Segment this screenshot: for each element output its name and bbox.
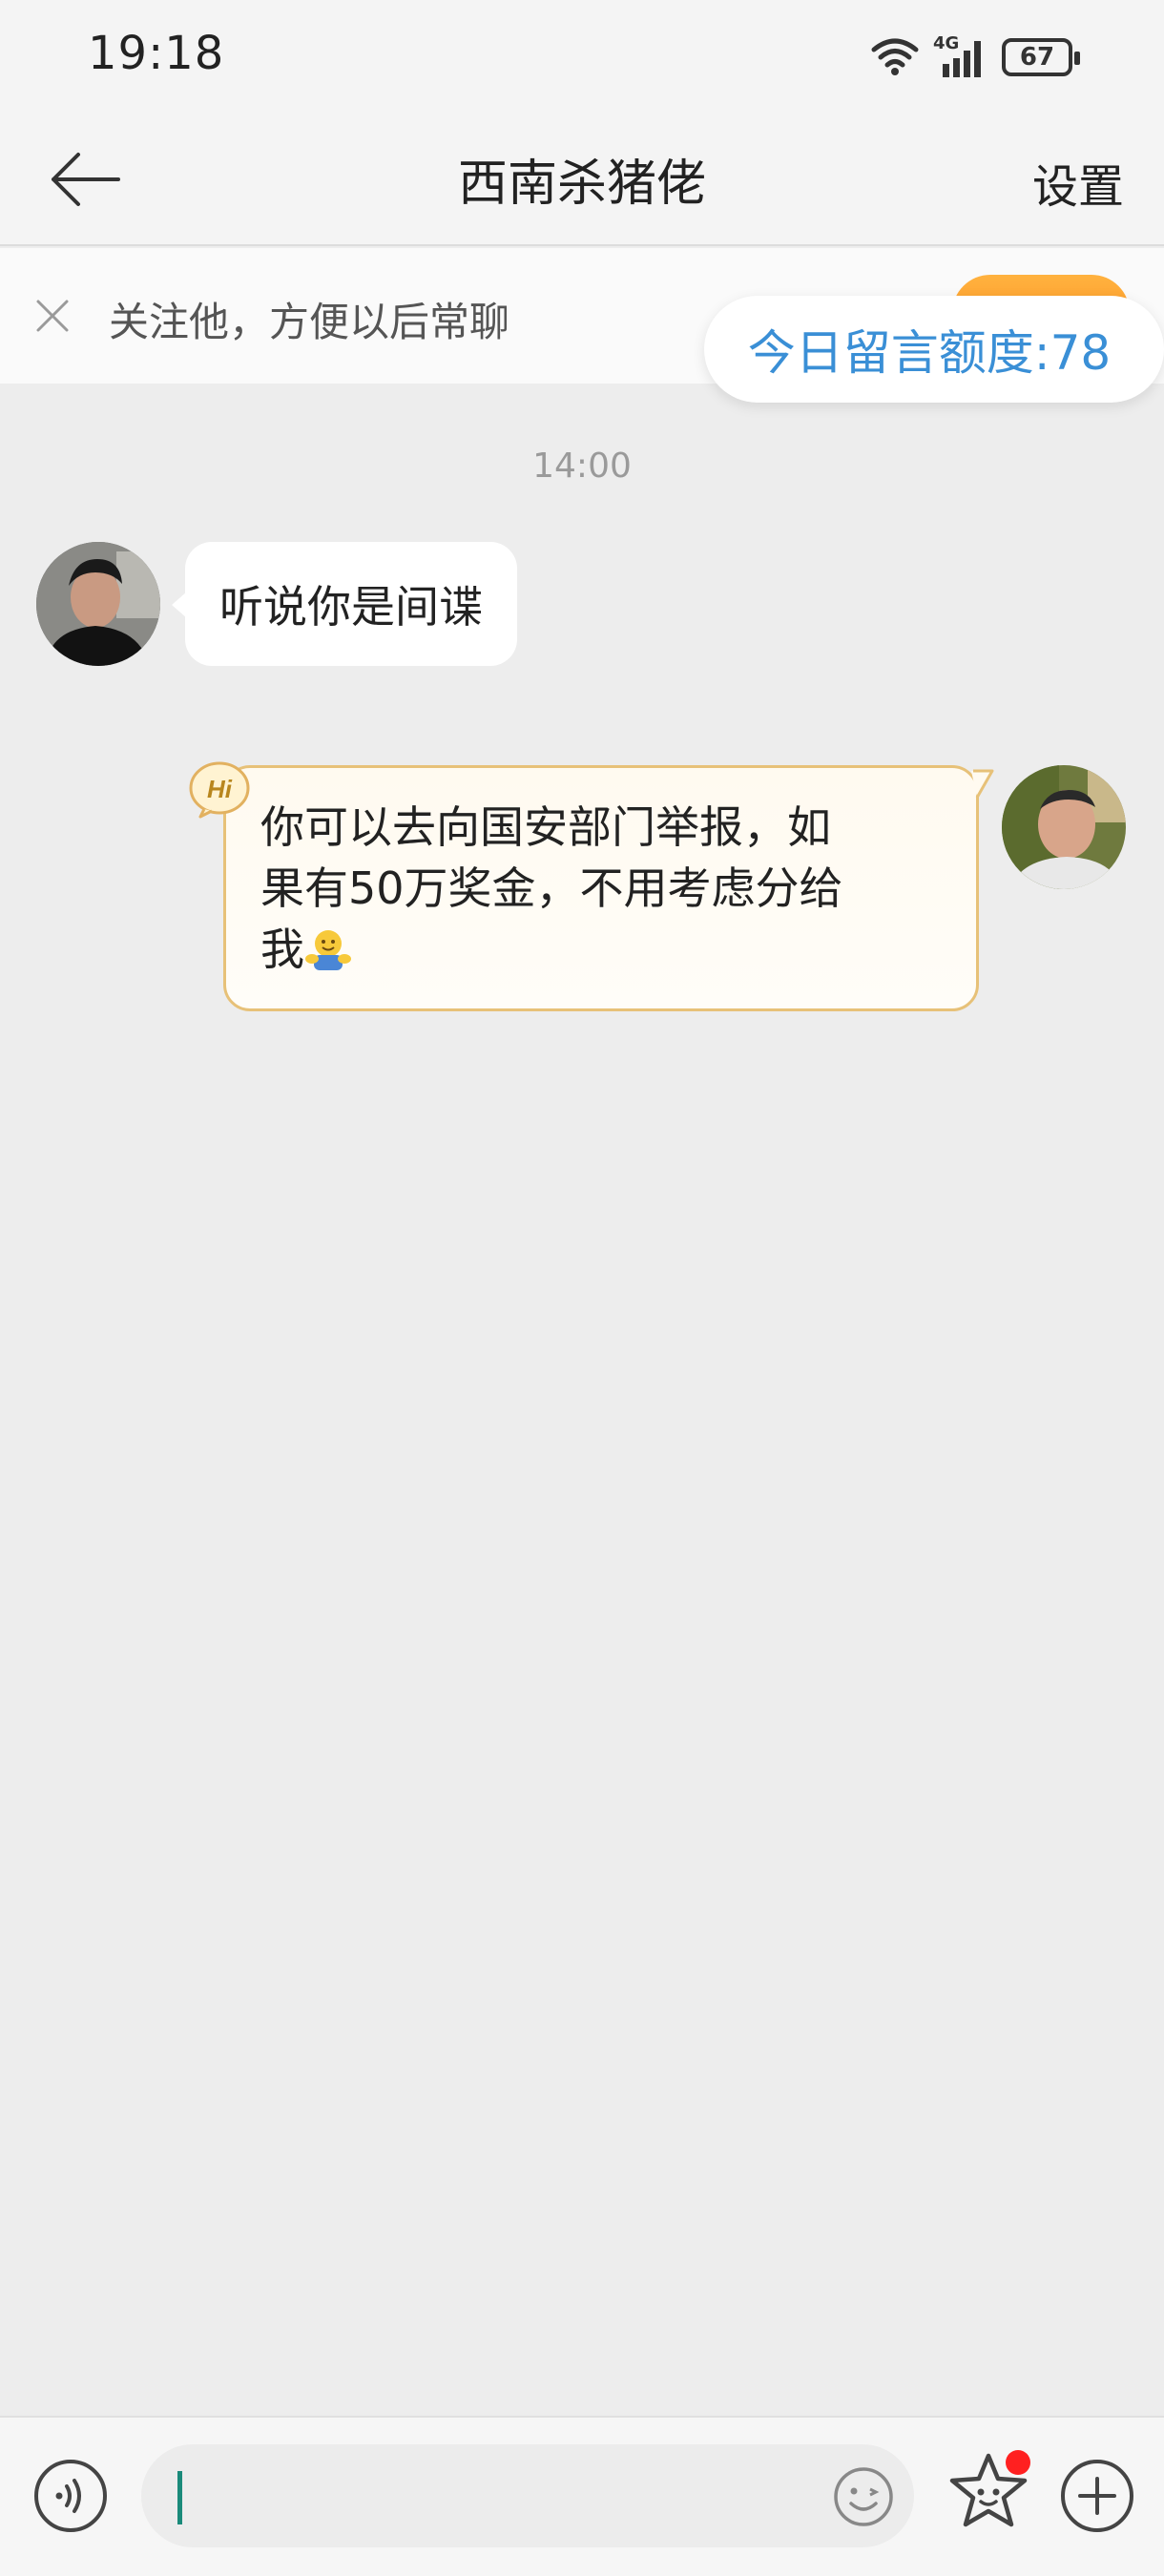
settings-button[interactable]: 设置: [1032, 149, 1124, 216]
arrow-left-icon: [52, 153, 120, 206]
voice-icon: [34, 2460, 107, 2532]
input-bar: [0, 2416, 1164, 2576]
plus-icon: [1061, 2460, 1133, 2532]
message-input[interactable]: [141, 2444, 914, 2547]
battery-indicator: 67: [1002, 38, 1080, 76]
outgoing-message-line: 果有50万奖金，不用考虑分给: [260, 862, 843, 914]
hi-badge: Hi: [187, 759, 252, 819]
status-time: 19:18: [88, 27, 225, 80]
notification-dot: [1006, 2450, 1030, 2475]
outgoing-message-bubble[interactable]: 你可以去向国安部门举报，如 果有50万奖金，不用考虑分给 我: [223, 765, 979, 1011]
back-button[interactable]: [44, 141, 124, 218]
close-icon: [36, 300, 69, 332]
hi-badge-text: Hi: [207, 775, 233, 803]
contact-avatar[interactable]: [36, 542, 160, 666]
emoji-icon: [834, 2467, 893, 2526]
top-bar: 19:18 4G 67 西南杀猪佬 设置: [0, 0, 1164, 246]
page-title: 西南杀猪佬: [457, 156, 706, 213]
hug-emoji-icon: [305, 930, 351, 970]
outgoing-bubble-tail: [971, 769, 994, 799]
close-banner-button[interactable]: [29, 292, 76, 340]
voice-input-button[interactable]: [32, 2458, 109, 2534]
outgoing-message-line: 我: [260, 919, 942, 980]
message-quota-badge: 今日留言额度:78: [704, 296, 1164, 403]
cellular-signal-icon: 4G: [933, 33, 988, 79]
incoming-message-text: 听说你是间谍: [219, 581, 483, 633]
chat-timestamp: 14:00: [532, 447, 632, 486]
text-caret: [177, 2471, 182, 2524]
outgoing-message-line: 你可以去向国安部门举报，如: [260, 801, 831, 853]
more-options-button[interactable]: [1059, 2458, 1135, 2534]
incoming-message-bubble[interactable]: 听说你是间谍: [172, 542, 517, 666]
wifi-icon: [871, 38, 919, 75]
emoji-button[interactable]: [832, 2465, 895, 2528]
status-icons: 4G 67: [870, 29, 1080, 86]
follow-prompt-text: 关注他，方便以后常聊: [109, 299, 510, 345]
outgoing-message-text-end: 我: [260, 924, 304, 975]
user-avatar[interactable]: [1002, 765, 1126, 889]
